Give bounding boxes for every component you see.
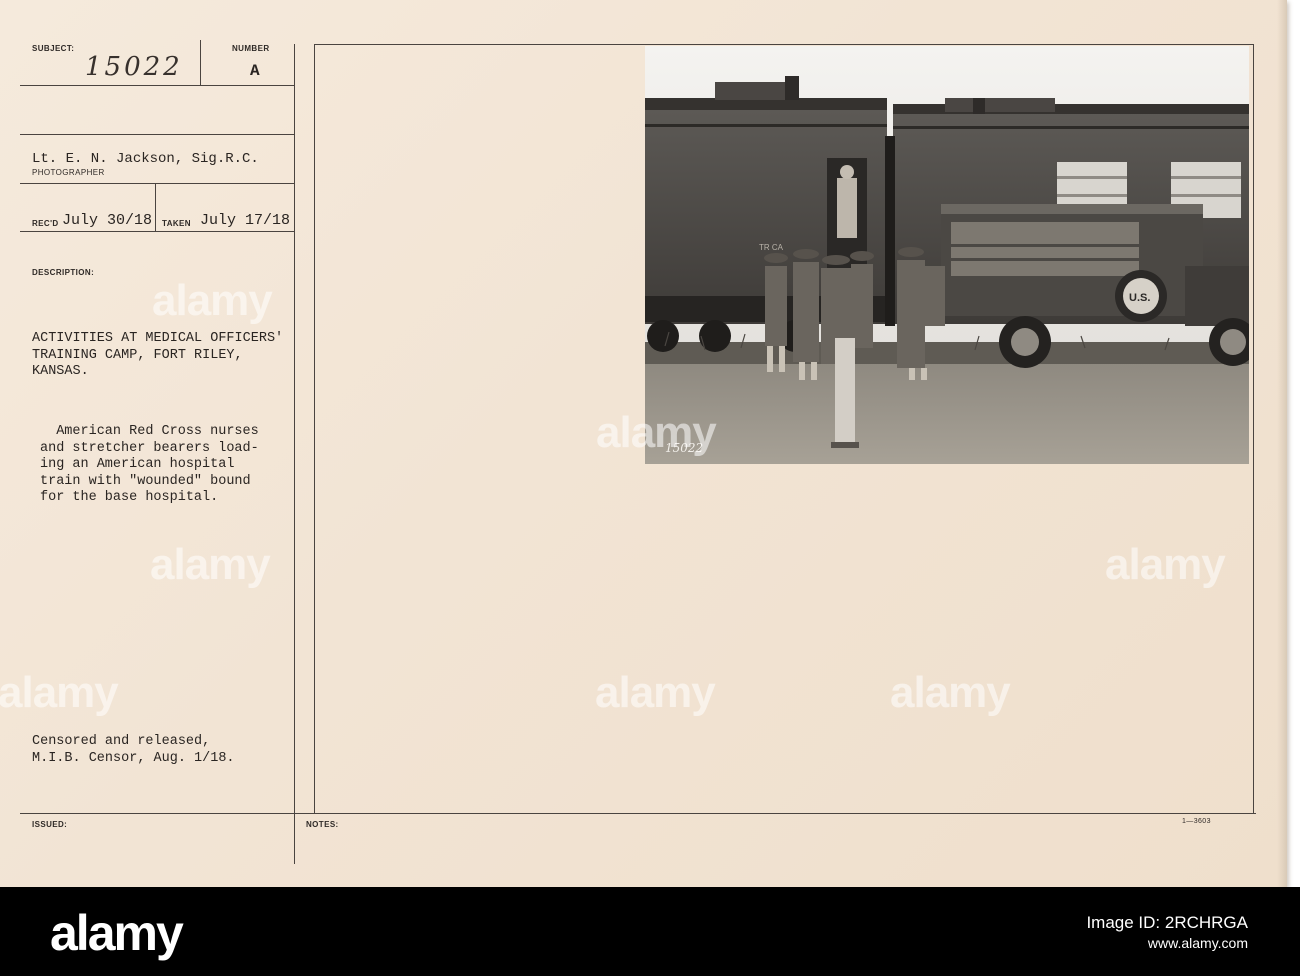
rule-under-dates (20, 231, 295, 232)
recd-taken-divider (155, 183, 156, 231)
footer-logo: alamy (50, 905, 184, 961)
photograph-scene: TR CA U.S. 15022 (645, 46, 1249, 464)
notes-label: NOTES: (306, 820, 339, 829)
photographer-label: PHOTOGRAPHER (32, 168, 105, 177)
rule-under-subject (20, 85, 295, 86)
watermark-left-mid: alamy (150, 540, 271, 589)
description-body-line: ing an American hospital (40, 457, 235, 472)
wooden-stake (835, 338, 855, 448)
description-title: ACTIVITIES AT MEDICAL OFFICERS' TRAINING… (32, 331, 283, 381)
image-id: Image ID: 2RCHRGA (1086, 913, 1248, 932)
description-title-line: KANSAS. (32, 364, 89, 379)
left-column-divider (294, 44, 295, 864)
car-lettering: TR CA (759, 243, 784, 252)
record-card: SUBJECT: 15022 NUMBER A Lt. E. N. Jackso… (0, 0, 1287, 887)
rule-above-photographer (20, 134, 295, 135)
site-url: www.alamy.com (1147, 935, 1248, 951)
footer-image-info: Image ID: 2RCHRGA www.alamy.com (1086, 913, 1248, 953)
description-body-line: American Red Cross nurses (40, 424, 259, 439)
notes-box-top (314, 44, 1254, 45)
number-value: A (250, 62, 260, 80)
photographer-value: Lt. E. N. Jackson, Sig.R.C. (32, 151, 259, 167)
number-label: NUMBER (232, 44, 270, 53)
watermark-left-top: alamy (152, 276, 273, 325)
taken-label: TAKEN (162, 219, 191, 228)
recd-value: July 30/18 (62, 212, 153, 229)
rule-above-issued (20, 813, 1256, 814)
watermark-center-bottom: alamy (595, 668, 716, 717)
description-title-line: ACTIVITIES AT MEDICAL OFFICERS' (32, 331, 284, 346)
form-number: 1—3603 (1182, 818, 1211, 825)
censor-line: M.I.B. Censor, Aug. 1/18. (32, 750, 235, 766)
description-body-line: for the base hospital. (40, 490, 219, 505)
description-body-line: and stretcher bearers load- (40, 440, 259, 456)
notes-box-left (314, 44, 315, 814)
censor-line: Censored and released, (32, 734, 211, 749)
subject-label: SUBJECT: (32, 44, 75, 53)
taken-value: July 17/18 (200, 212, 291, 229)
recd-label: REC'D (32, 219, 59, 228)
photograph: TR CA U.S. 15022 (645, 46, 1249, 464)
subject-number-divider (200, 40, 201, 86)
watermark-photo: alamy (596, 408, 717, 457)
description-body-line: train with "wounded" bound (40, 473, 251, 489)
watermark-right-mid: alamy (1105, 540, 1226, 589)
censor-note: Censored and released, M.I.B. Censor, Au… (32, 734, 235, 767)
truck-marking: U.S. (1129, 292, 1150, 304)
rule-under-photographer (20, 183, 295, 184)
issued-label: ISSUED: (32, 820, 68, 829)
subject-value: 15022 (85, 52, 183, 82)
notes-box-right (1253, 44, 1254, 814)
description-label: DESCRIPTION: (32, 268, 95, 277)
watermark-right-bottom: alamy (890, 668, 1011, 717)
description-title-line: TRAINING CAMP, FORT RILEY, (32, 347, 243, 363)
watermark-left-bottom: alamy (0, 668, 119, 717)
description-body: American Red Cross nurses and stretcher … (40, 424, 259, 507)
